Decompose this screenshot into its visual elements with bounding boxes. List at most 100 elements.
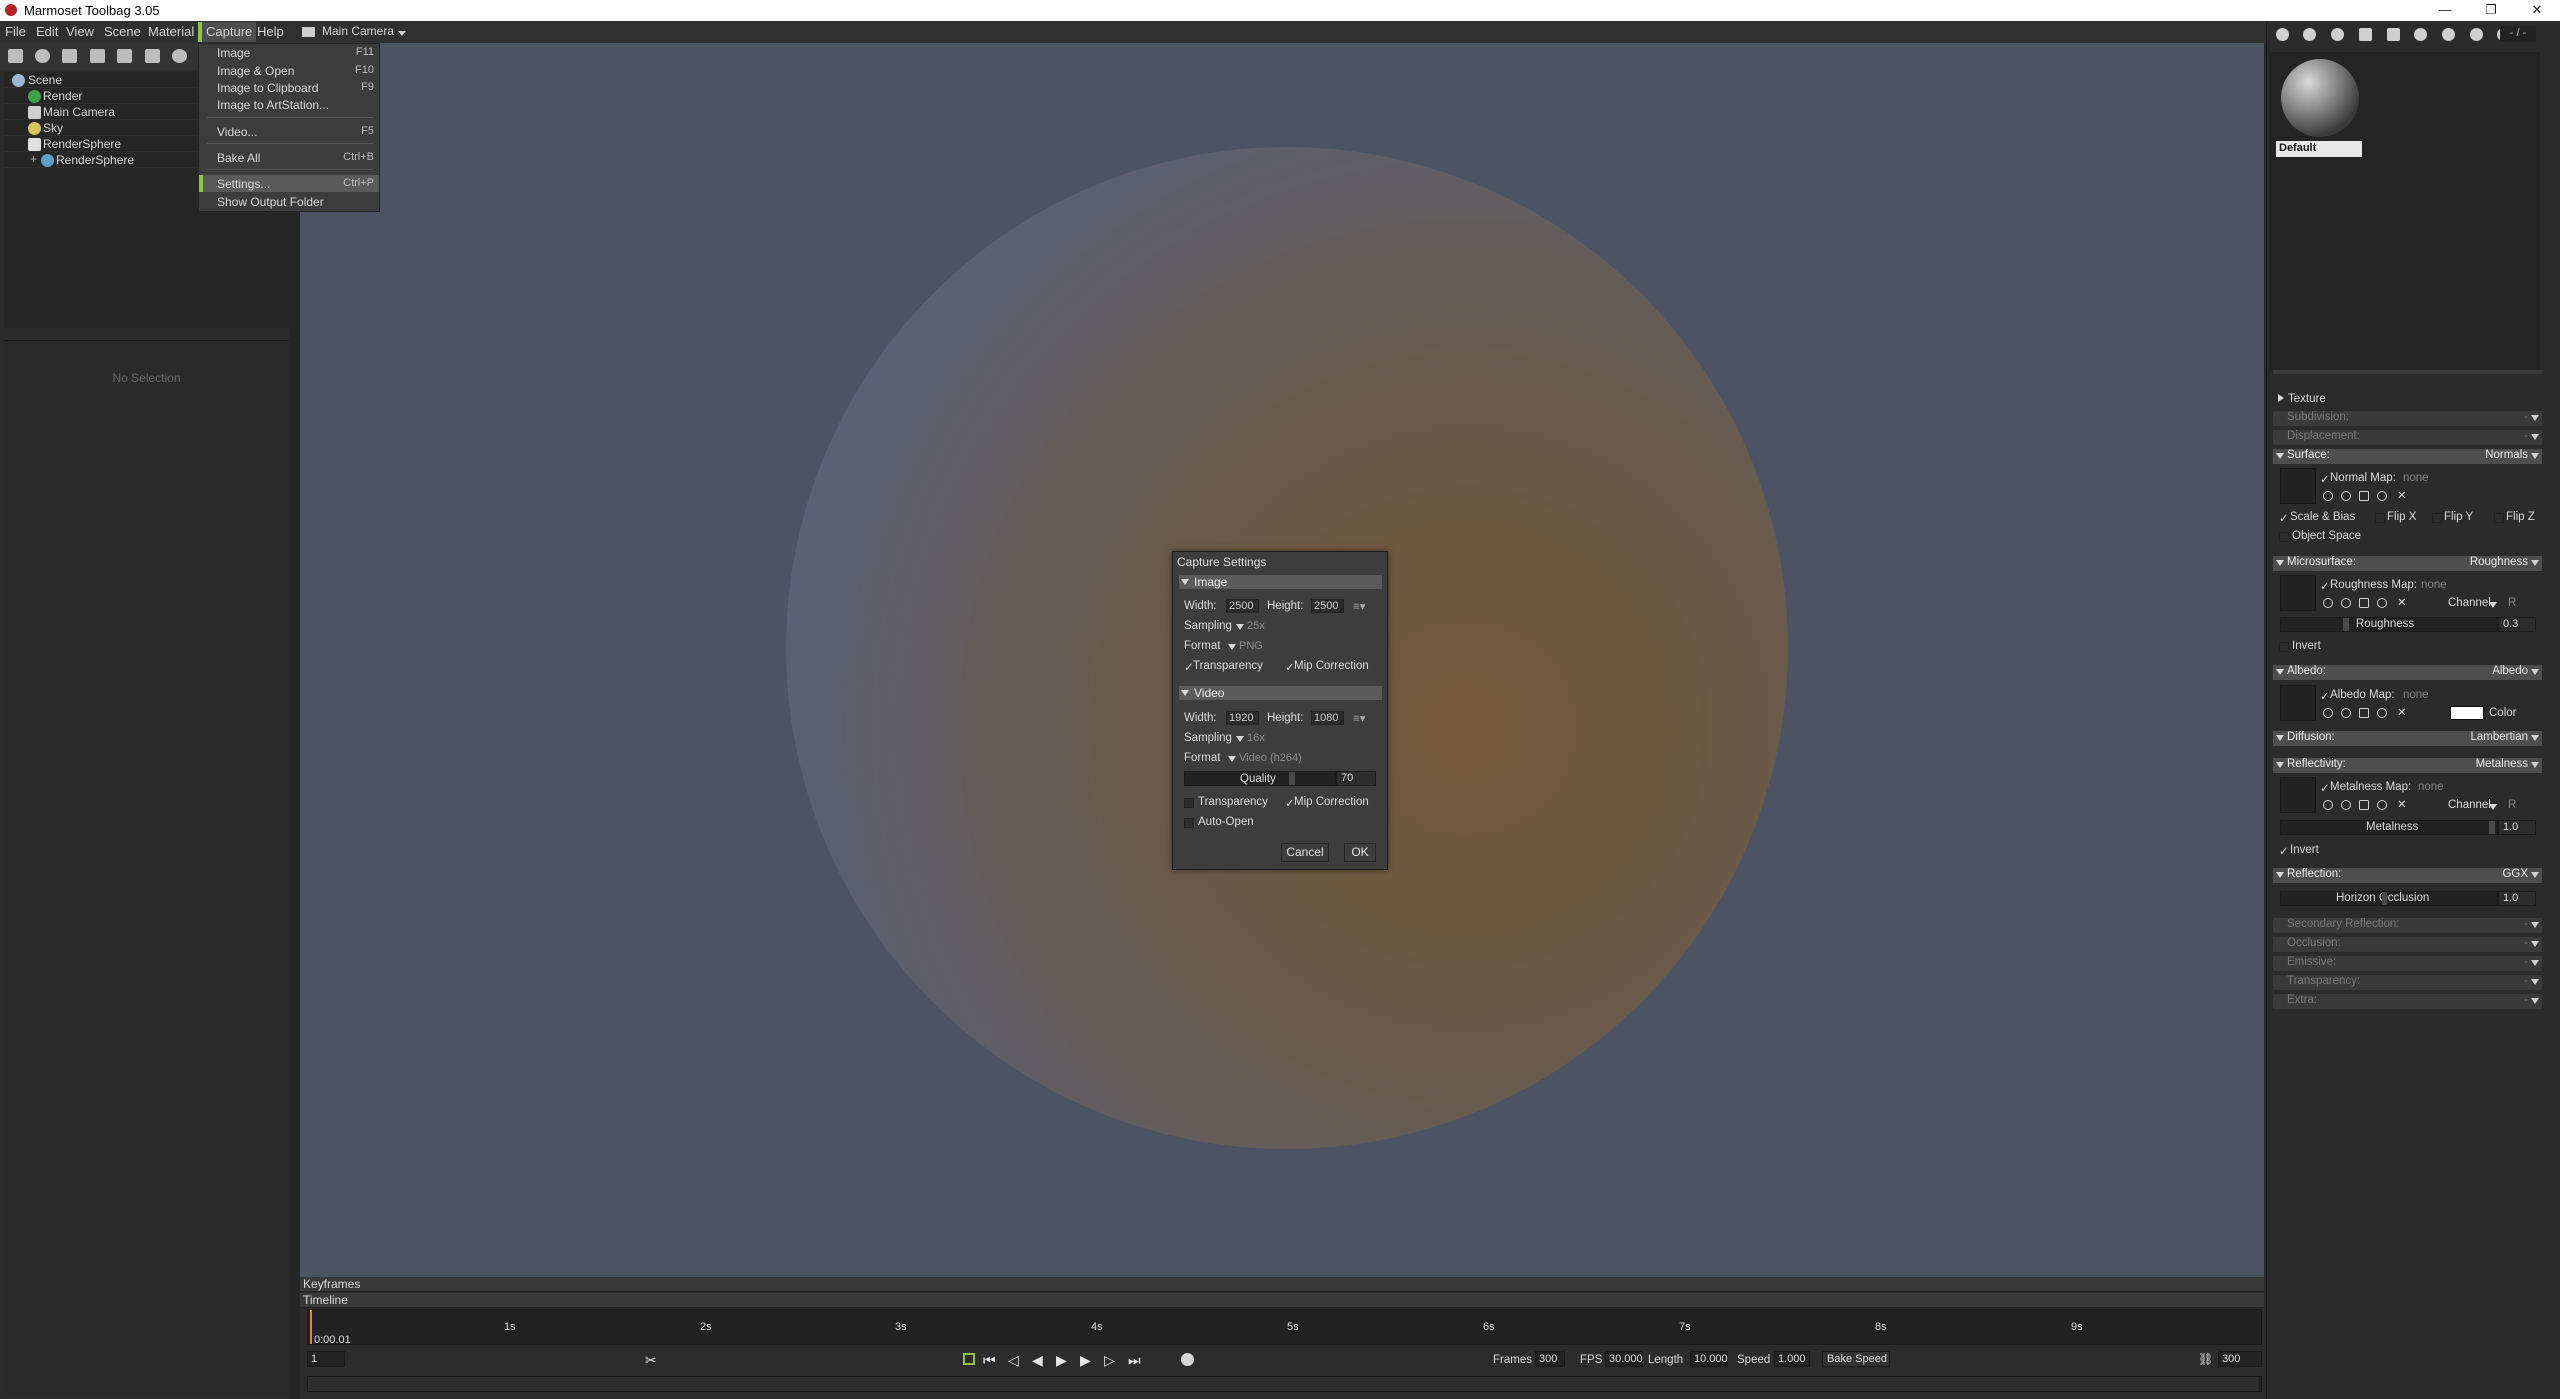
restore-button[interactable]: ❐ [2468, 0, 2514, 21]
subdivision-header[interactable]: Subdivision: - [2273, 411, 2542, 426]
transparency-header[interactable]: Transparency: - [2273, 975, 2542, 990]
metalness-channel-value[interactable]: R [2508, 799, 2516, 811]
quality-slider-handle[interactable] [1289, 772, 1295, 785]
panel-splitter[interactable] [2273, 370, 2542, 374]
reflectivity-header[interactable]: Reflectivity: Metalness [2273, 758, 2542, 773]
horizon-slider-handle[interactable] [2382, 892, 2387, 905]
image-transparency-checkbox[interactable]: Transparency [1193, 660, 1263, 672]
clear-icon[interactable]: ✕ [2397, 797, 2407, 811]
camera-selector[interactable]: Main Camera [322, 24, 394, 38]
outliner-item-scene[interactable]: Scene [28, 73, 62, 87]
link-icon[interactable]: ⛓ [2198, 1352, 2213, 1366]
roughness-value[interactable]: 0.3 [2498, 617, 2536, 632]
image-section-header[interactable]: Image [1179, 575, 1382, 589]
step-forward-icon[interactable]: ▶ [1080, 1352, 1091, 1369]
menu-item-video[interactable]: Video... F5 [199, 123, 379, 140]
metalness-slider[interactable]: Metalness [2280, 820, 2498, 835]
albedo-map-thumbnail[interactable] [2280, 685, 2316, 721]
open-folder-icon[interactable] [2359, 28, 2372, 41]
add-mesh-icon[interactable] [8, 49, 23, 63]
quality-value[interactable]: 70 [1336, 771, 1376, 786]
image-height-input[interactable]: 2500 [1311, 599, 1344, 613]
auto-open-box[interactable] [1184, 818, 1194, 828]
video-mip-checkbox[interactable]: Mip Correction [1294, 796, 1369, 808]
check-icon[interactable]: ✓ [2320, 472, 2330, 486]
outliner-item-render[interactable]: Render [43, 89, 82, 103]
check-icon[interactable]: ✓ [2320, 689, 2330, 703]
loop-icon[interactable] [963, 1353, 975, 1365]
chevron-down-icon[interactable] [1228, 756, 1236, 762]
gear-icon[interactable] [2323, 598, 2333, 608]
expand-icon[interactable]: + [30, 152, 37, 166]
length-input[interactable]: 10.000 [1690, 1351, 1728, 1367]
outliner-item-main-camera[interactable]: Main Camera [43, 105, 115, 119]
add-camera-icon[interactable] [62, 49, 77, 63]
gear-icon[interactable] [2323, 491, 2333, 501]
material-thumbnail[interactable] [2278, 56, 2362, 140]
frame-input[interactable]: 1 [307, 1351, 345, 1367]
chevron-down-icon[interactable] [1236, 736, 1244, 742]
object-space-box[interactable] [2279, 532, 2289, 542]
add-sky-icon[interactable] [172, 49, 187, 63]
video-section-header[interactable]: Video [1179, 686, 1382, 700]
material-settings-icon[interactable] [2331, 28, 2344, 41]
playhead[interactable] [310, 1310, 312, 1344]
add-material-icon[interactable] [2276, 28, 2289, 41]
menu-item-image-open[interactable]: Image & Open F10 [199, 62, 379, 79]
roughness-invert-box[interactable] [2279, 642, 2289, 652]
menu-item-image-artstation[interactable]: Image to ArtStation... [199, 96, 379, 113]
image-width-input[interactable]: 2500 [1226, 599, 1259, 613]
menu-edit[interactable]: Edit [36, 24, 58, 39]
duplicate-material-icon[interactable] [2303, 28, 2316, 41]
add-shadow-catcher-icon[interactable] [117, 49, 132, 63]
chevron-down-icon[interactable] [1228, 644, 1236, 650]
menu-item-bake-all[interactable]: Bake All Ctrl+B [199, 149, 379, 166]
refresh-icon[interactable] [2377, 598, 2387, 608]
extra-header[interactable]: Extra: - [2273, 994, 2542, 1009]
material-name[interactable]: Default [2276, 141, 2362, 157]
object-space-checkbox[interactable]: Object Space [2292, 530, 2361, 542]
next-keyframe-icon[interactable]: ▷ [1104, 1352, 1115, 1369]
flip-x-box[interactable] [2375, 513, 2385, 523]
roughness-map-thumbnail[interactable] [2280, 575, 2316, 611]
menu-help[interactable]: Help [257, 24, 284, 39]
normal-map-thumbnail[interactable] [2280, 468, 2316, 504]
roughness-slider[interactable]: Roughness [2280, 617, 2498, 632]
chevron-down-icon[interactable] [2489, 804, 2497, 810]
play-icon[interactable]: ▶ [1056, 1352, 1067, 1369]
minimize-button[interactable]: — [2422, 0, 2468, 21]
video-width-input[interactable]: 1920 [1226, 711, 1259, 725]
video-transparency-checkbox[interactable]: Transparency [1198, 796, 1268, 808]
end-frame-input[interactable]: 300 [2218, 1351, 2262, 1367]
eyedropper-icon[interactable] [2359, 491, 2369, 501]
auto-open-checkbox[interactable]: Auto-Open [1198, 816, 1254, 828]
flip-z-box[interactable] [2494, 513, 2504, 523]
outliner-item-rendersphere[interactable]: RenderSphere [43, 137, 121, 151]
video-height-input[interactable]: 1080 [1311, 711, 1344, 725]
clear-icon[interactable]: ✕ [2397, 595, 2407, 609]
flip-z-checkbox[interactable]: Flip Z [2506, 511, 2535, 523]
link-icon[interactable] [2442, 28, 2455, 41]
menu-item-image-clipboard[interactable]: Image to Clipboard F9 [199, 79, 379, 96]
speed-icon[interactable] [1181, 1353, 1194, 1366]
speed-input[interactable]: 1.000 [1774, 1351, 1810, 1367]
refresh-icon[interactable] [2377, 491, 2387, 501]
search-icon[interactable] [2341, 491, 2351, 501]
emissive-header[interactable]: Emissive: - [2273, 956, 2542, 971]
video-transparency-box[interactable] [1184, 798, 1194, 808]
menu-file[interactable]: File [5, 24, 26, 39]
clear-icon[interactable]: ✕ [2397, 488, 2407, 502]
roughness-invert-checkbox[interactable]: Invert [2292, 640, 2321, 652]
chevron-down-icon[interactable] [2489, 602, 2497, 608]
timeline-ruler[interactable]: 0:00.01 [307, 1309, 2262, 1346]
timeline-header[interactable]: Timeline [300, 1293, 2264, 1308]
eyedropper-icon[interactable] [2359, 708, 2369, 718]
image-sampling-value[interactable]: 25x [1247, 620, 1265, 632]
close-button[interactable]: ✕ [2514, 0, 2560, 21]
metalness-map-thumbnail[interactable] [2280, 777, 2316, 813]
metalness-slider-handle[interactable] [2489, 821, 2495, 834]
skip-start-icon[interactable]: ⏮ [983, 1352, 996, 1369]
search-icon[interactable] [2341, 800, 2351, 810]
refresh-icon[interactable] [2377, 708, 2387, 718]
flip-y-box[interactable] [2432, 513, 2442, 523]
